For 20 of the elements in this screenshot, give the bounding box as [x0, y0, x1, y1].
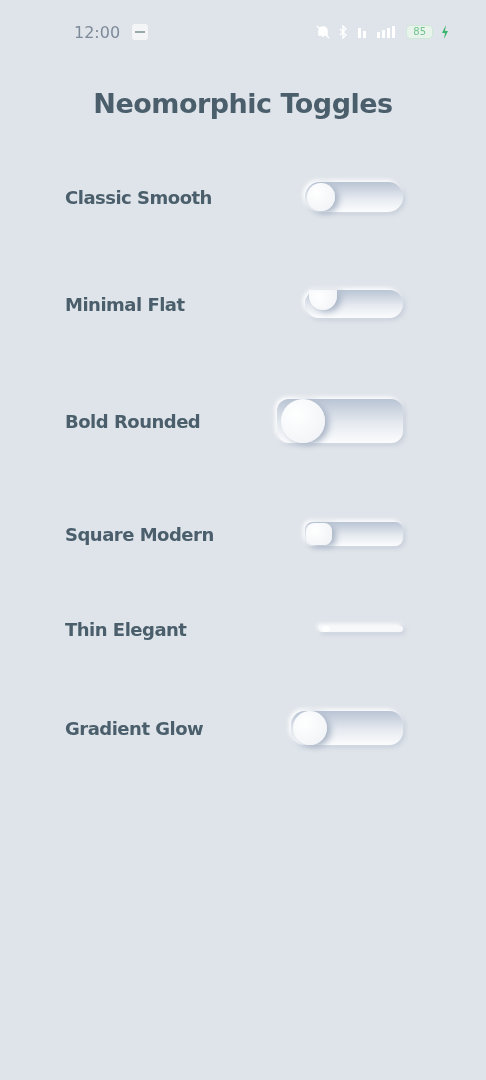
- signal-icon: [356, 25, 369, 39]
- page-title: Neomorphic Toggles: [92, 88, 394, 119]
- bluetooth-icon: [338, 25, 349, 39]
- toggle-label: Gradient Glow: [65, 717, 204, 739]
- toggle-switch[interactable]: [305, 290, 403, 318]
- toggle-switch[interactable]: [305, 182, 403, 212]
- status-time: 12:00: [74, 22, 121, 42]
- charging-icon: [441, 25, 449, 39]
- toggle-switch[interactable]: [305, 522, 403, 546]
- toggle-label: Thin Elegant: [65, 618, 187, 640]
- toggle-label: Minimal Flat: [65, 293, 185, 315]
- mute-icon: [316, 25, 331, 39]
- toggle-switch[interactable]: [277, 399, 403, 443]
- battery-indicator: 85: [406, 25, 433, 39]
- toggle-switch[interactable]: [319, 626, 403, 632]
- toggle-label: Square Modern: [65, 523, 214, 545]
- toggle-label: Bold Rounded: [65, 410, 201, 432]
- app-icon: [132, 24, 149, 40]
- toggle-label: Classic Smooth: [65, 186, 212, 208]
- toggle-switch[interactable]: [291, 711, 403, 745]
